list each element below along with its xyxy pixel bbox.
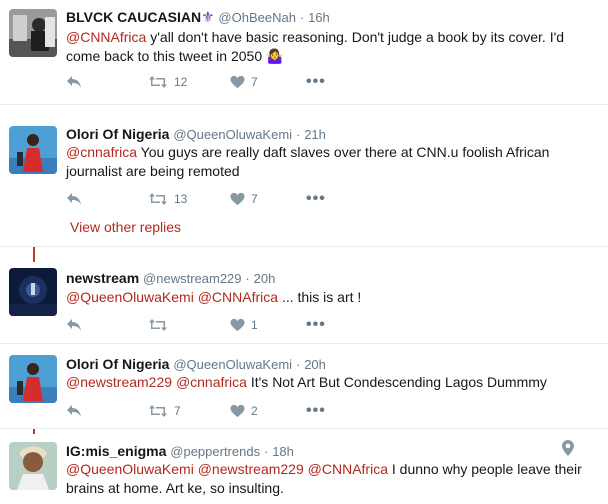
mention-link[interactable]: @QueenOluwaKemi xyxy=(66,461,194,477)
retweet-count: 7 xyxy=(174,404,181,418)
like-count: 1 xyxy=(251,318,258,332)
tweet[interactable]: BLVCK CAUCASIAN⚜ @OhBeeNah · 16h @CNNAfr… xyxy=(0,0,608,104)
user-handle[interactable]: @QueenOluwaKemi xyxy=(173,357,292,372)
tweet[interactable]: Olori Of Nigeria @QueenOluwaKemi · 21h @… xyxy=(0,118,608,246)
tweet-actions: 7 2 ••• xyxy=(66,401,366,421)
avatar[interactable] xyxy=(9,442,57,490)
more-button[interactable]: ••• xyxy=(306,189,326,209)
heart-icon xyxy=(230,192,245,206)
tweet-actions: 12 7 ••• xyxy=(66,72,366,92)
like-button[interactable]: 2 xyxy=(230,401,258,421)
retweet-button[interactable]: 12 xyxy=(148,72,187,92)
reply-button[interactable] xyxy=(66,189,82,209)
mention-link[interactable]: @QueenOluwaKemi xyxy=(66,289,194,305)
user-handle[interactable]: @OhBeeNah xyxy=(218,10,296,25)
location-pin-icon[interactable] xyxy=(562,440,574,456)
tweet[interactable]: Olori Of Nigeria @QueenOluwaKemi · 20h @… xyxy=(0,348,608,428)
tweet-text: @QueenOluwaKemi @CNNAfrica ... this is a… xyxy=(66,288,596,307)
display-name[interactable]: Olori Of Nigeria xyxy=(66,126,169,142)
avatar[interactable] xyxy=(9,9,57,57)
retweet-count: 12 xyxy=(174,75,188,89)
retweet-button[interactable]: 7 xyxy=(148,401,181,421)
divider xyxy=(0,428,608,429)
timestamp[interactable]: 16h xyxy=(308,10,330,25)
like-count: 2 xyxy=(251,404,258,418)
like-button[interactable]: 1 xyxy=(230,315,258,335)
display-name[interactable]: IG:mis_enigma xyxy=(66,443,166,459)
like-button[interactable]: 7 xyxy=(230,72,258,92)
more-button[interactable]: ••• xyxy=(306,401,326,421)
separator: · xyxy=(263,444,269,459)
user-handle[interactable]: @QueenOluwaKemi xyxy=(173,127,292,142)
mention-link[interactable]: @CNNAfrica xyxy=(66,29,146,45)
tweet-text: @CNNAfrica y'all don't have basic reason… xyxy=(66,28,596,66)
tweet[interactable]: newstream @newstream229 · 20h @QueenOluw… xyxy=(0,262,608,342)
separator: · xyxy=(299,10,305,25)
avatar[interactable] xyxy=(9,126,57,174)
like-count: 7 xyxy=(251,75,258,89)
mention-link[interactable]: @cnnafrica xyxy=(66,144,137,160)
tweet-actions: 13 7 ••• xyxy=(66,189,366,209)
avatar[interactable] xyxy=(9,355,57,403)
reply-icon xyxy=(67,319,81,331)
tweet-body: ... this is art ! xyxy=(278,289,362,305)
separator: · xyxy=(295,357,301,372)
more-icon: ••• xyxy=(306,190,326,207)
retweet-count: 13 xyxy=(174,192,188,206)
timestamp[interactable]: 18h xyxy=(272,444,294,459)
heart-icon xyxy=(230,404,245,418)
view-other-replies-link[interactable]: View other replies xyxy=(70,219,181,235)
separator: · xyxy=(295,127,301,142)
fleur-de-lis-icon: ⚜ xyxy=(201,9,215,26)
display-name[interactable]: Olori Of Nigeria xyxy=(66,356,169,372)
user-handle[interactable]: @peppertrends xyxy=(170,444,260,459)
more-button[interactable]: ••• xyxy=(306,72,326,92)
separator: · xyxy=(245,271,250,286)
divider xyxy=(0,246,608,247)
mention-link[interactable]: @CNNAfrica xyxy=(308,461,388,477)
more-button[interactable]: ••• xyxy=(306,315,326,335)
timestamp[interactable]: 20h xyxy=(304,357,326,372)
retweet-button[interactable] xyxy=(148,315,174,335)
heart-icon xyxy=(230,75,245,89)
tweet-actions: 1 ••• xyxy=(66,315,366,335)
tweet-text: @cnnafrica You guys are really daft slav… xyxy=(66,143,596,181)
timestamp[interactable]: 21h xyxy=(304,127,326,142)
reply-icon xyxy=(67,405,81,417)
heart-icon xyxy=(230,318,245,332)
tweet-text: @newstream229 @cnnafrica It's Not Art Bu… xyxy=(66,373,596,392)
more-icon: ••• xyxy=(306,402,326,419)
timestamp[interactable]: 20h xyxy=(254,271,276,286)
reply-button[interactable] xyxy=(66,72,82,92)
retweet-button[interactable]: 13 xyxy=(148,189,187,209)
display-name[interactable]: newstream xyxy=(66,270,139,286)
retweet-icon xyxy=(149,319,167,331)
tweet-body: It's Not Art But Condescending Lagos Dum… xyxy=(246,374,547,390)
mention-link[interactable]: @newstream229 xyxy=(198,461,304,477)
more-icon: ••• xyxy=(306,316,326,333)
mention-link[interactable]: @newstream229 xyxy=(66,374,172,390)
mention-link[interactable]: @cnnafrica xyxy=(176,374,247,390)
mention-link[interactable]: @CNNAfrica xyxy=(198,289,278,305)
divider xyxy=(0,343,608,344)
avatar[interactable] xyxy=(9,268,57,316)
more-icon: ••• xyxy=(306,73,326,90)
tweet-body: You guys are really daft slaves over the… xyxy=(66,144,550,179)
reply-button[interactable] xyxy=(66,315,82,335)
reply-icon xyxy=(67,76,81,88)
divider xyxy=(0,104,608,105)
retweet-icon xyxy=(149,193,167,205)
tweet-text: @QueenOluwaKemi @newstream229 @CNNAfrica… xyxy=(66,460,596,498)
user-handle[interactable]: @newstream229 xyxy=(143,271,241,286)
display-name[interactable]: BLVCK CAUCASIAN xyxy=(66,9,201,25)
reply-icon xyxy=(67,193,81,205)
like-count: 7 xyxy=(251,192,258,206)
like-button[interactable]: 7 xyxy=(230,189,258,209)
reply-button[interactable] xyxy=(66,401,82,421)
retweet-icon xyxy=(149,76,167,88)
retweet-icon xyxy=(149,405,167,417)
tweet[interactable]: IG:mis_enigma @peppertrends · 18h @Queen… xyxy=(0,434,608,504)
